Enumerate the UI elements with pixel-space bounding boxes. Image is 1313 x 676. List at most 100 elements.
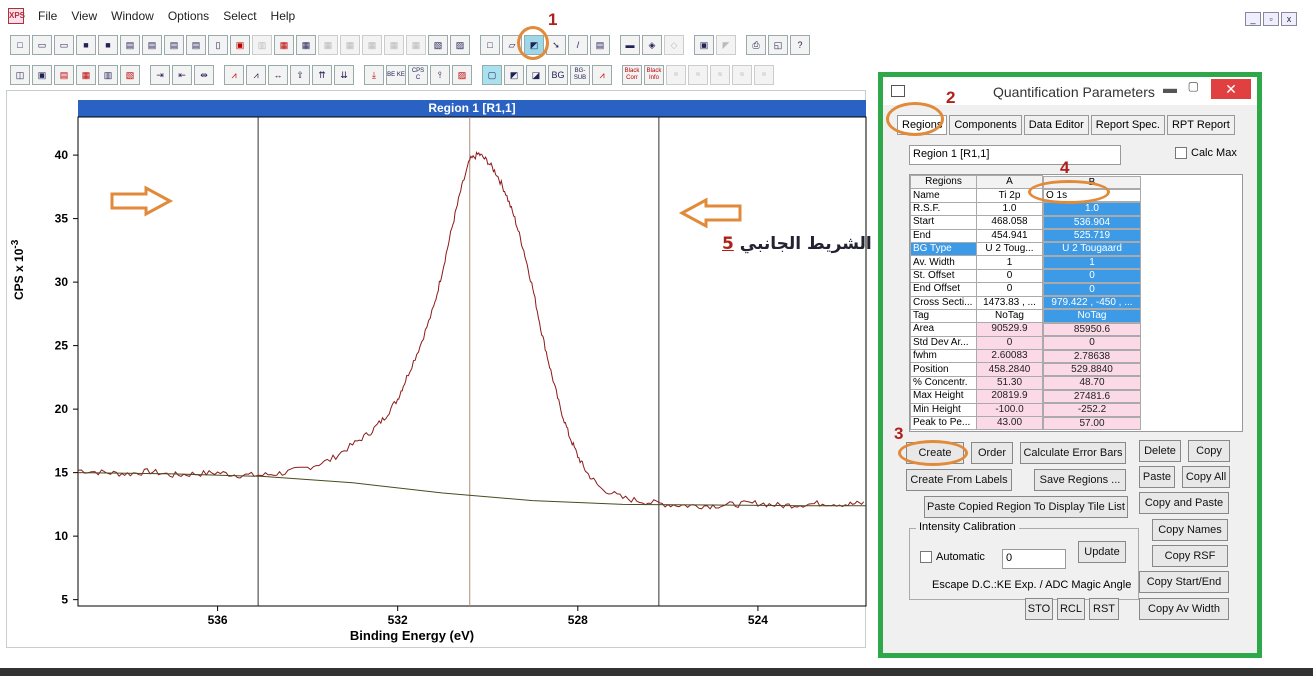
table-cell-label[interactable]: BG Type [910, 241, 977, 257]
table-cell-a[interactable]: 51.30 [976, 375, 1043, 391]
dialog-minimize-button[interactable]: ▬ [1163, 80, 1177, 96]
copy-av-width-button[interactable]: Copy Av Width [1139, 598, 1229, 620]
table-cell-b[interactable]: 0 [1043, 336, 1141, 350]
table-row[interactable]: Area 90529.9 85950.6 [910, 322, 1142, 337]
tab-components[interactable]: Components [949, 115, 1022, 135]
table-cell-a[interactable]: 2.60083 [976, 349, 1043, 364]
table-cell-b[interactable]: 48.70 [1043, 376, 1141, 390]
table-cell-label[interactable]: Min Height [910, 402, 977, 418]
regions-grid[interactable]: Regions A B Name Ti 2p O 1s R.S.F. 1.0 1.0 Sta… [909, 174, 1243, 432]
table-cell-a[interactable]: 43.00 [976, 416, 1043, 431]
rst-button[interactable]: RST [1089, 598, 1119, 620]
table-cell-b[interactable]: 27481.6 [1043, 389, 1141, 404]
copy-and-paste-button[interactable]: Copy and Paste [1139, 492, 1229, 514]
table-cell-label[interactable]: Peak to Pe... [910, 416, 977, 431]
table-cell-b[interactable]: 979.422 , -450 , ... [1043, 296, 1141, 310]
copy-rsf-button[interactable]: Copy RSF [1152, 545, 1228, 567]
table-cell-b[interactable]: -252.2 [1043, 403, 1141, 417]
table-row[interactable]: Std Dev Ar... 0 0 [910, 335, 1142, 351]
tab-data-editor[interactable]: Data Editor [1023, 115, 1089, 135]
table-cell-a[interactable]: 1 [976, 255, 1043, 270]
table-cell-label[interactable]: Position [910, 362, 977, 377]
table-cell-label[interactable]: Max Height [910, 389, 977, 404]
table-row[interactable]: Cross Secti... 1473.83 , ... 979.422 , -45… [910, 295, 1142, 310]
table-row[interactable]: Tag NoTag NoTag [910, 308, 1142, 324]
table-row[interactable]: Av. Width 1 1 [910, 255, 1142, 270]
paste-copied-region-button[interactable]: Paste Copied Region To Display Tile List [924, 496, 1128, 518]
table-cell-b[interactable]: 536.904 [1043, 215, 1141, 230]
table-cell-label[interactable]: Av. Width [910, 255, 977, 270]
dialog-close-button[interactable]: ✕ [1211, 79, 1251, 99]
delete-button[interactable]: Delete [1139, 440, 1181, 462]
tab-rpt-report[interactable]: RPT Report [1166, 115, 1235, 135]
table-row[interactable]: Position 458.2840 529.8840 [910, 362, 1142, 377]
table-cell-a[interactable]: 1473.83 , ... [976, 295, 1043, 310]
save-regions-button[interactable]: Save Regions ... [1034, 469, 1126, 491]
table-cell-label[interactable]: Area [910, 322, 977, 337]
checkbox-icon[interactable] [920, 551, 932, 563]
table-cell-b[interactable]: U 2 Tougaard [1043, 242, 1141, 256]
table-cell-a[interactable]: 0 [976, 268, 1043, 284]
table-row[interactable]: Max Height 20819.9 27481.6 [910, 389, 1142, 404]
order-button[interactable]: Order [971, 442, 1013, 464]
create-from-labels-button[interactable]: Create From Labels [906, 469, 1012, 491]
table-row[interactable]: Min Height -100.0 -252.2 [910, 402, 1142, 418]
table-row[interactable]: St. Offset 0 0 [910, 268, 1142, 284]
calc-max-checkbox[interactable]: Calc Max [1175, 147, 1237, 159]
table-cell-b[interactable]: NoTag [1043, 309, 1141, 323]
table-cell-label[interactable]: St. Offset [910, 268, 977, 284]
automatic-checkbox[interactable]: Automatic [920, 551, 985, 563]
table-cell-a[interactable]: 454.941 [976, 228, 1043, 243]
table-cell-b[interactable]: 1 [1043, 255, 1141, 270]
table-cell-label[interactable]: fwhm [910, 349, 977, 364]
region-name-field[interactable]: Region 1 [R1,1] [909, 145, 1121, 165]
table-cell-label[interactable]: Tag [910, 308, 977, 324]
rcl-button[interactable]: RCL [1057, 598, 1085, 620]
table-cell-label[interactable]: End [910, 228, 977, 243]
dialog-maximize-button[interactable]: ▢ [1188, 79, 1199, 93]
table-cell-b[interactable]: 57.00 [1043, 416, 1141, 430]
checkbox-icon[interactable] [1175, 147, 1187, 159]
table-row[interactable]: R.S.F. 1.0 1.0 [910, 201, 1142, 217]
update-button[interactable]: Update [1078, 541, 1126, 563]
table-cell-b[interactable]: 2.78638 [1043, 349, 1141, 363]
table-cell-a[interactable]: 0 [976, 335, 1043, 351]
table-cell-b[interactable]: 0 [1043, 269, 1141, 283]
table-cell-label[interactable]: Start [910, 215, 977, 230]
table-cell-label[interactable]: Name [910, 188, 977, 203]
copy-names-button[interactable]: Copy Names [1152, 519, 1228, 541]
table-cell-label[interactable]: End Offset [910, 282, 977, 297]
table-row[interactable]: Start 468.058 536.904 [910, 215, 1142, 230]
table-row[interactable]: % Concentr. 51.30 48.70 [910, 375, 1142, 391]
table-cell-label[interactable]: Std Dev Ar... [910, 335, 977, 351]
tab-report-spec[interactable]: Report Spec. [1090, 115, 1165, 135]
calculate-error-bars-button[interactable]: Calculate Error Bars [1020, 442, 1126, 464]
table-cell-label[interactable]: % Concentr. [910, 375, 977, 391]
table-cell-b[interactable]: 1.0 [1043, 202, 1141, 216]
table-row[interactable]: End 454.941 525.719 [910, 228, 1142, 243]
table-cell-label[interactable]: R.S.F. [910, 201, 977, 217]
table-cell-b[interactable]: 0 [1043, 282, 1141, 297]
table-cell-a[interactable]: 0 [976, 282, 1043, 297]
table-cell-b[interactable]: 525.719 [1043, 229, 1141, 243]
table-cell-b[interactable]: 85950.6 [1043, 322, 1141, 337]
copy-all-button[interactable]: Copy All [1182, 466, 1230, 488]
table-cell-a[interactable]: U 2 Toug... [976, 241, 1043, 257]
table-cell-a[interactable]: 458.2840 [976, 362, 1043, 377]
paste-button[interactable]: Paste [1139, 466, 1175, 488]
intensity-value-field[interactable]: 0 [1002, 549, 1066, 569]
table-cell-a[interactable]: 90529.9 [976, 322, 1043, 337]
table-cell-a[interactable]: 468.058 [976, 215, 1043, 230]
copy-start-end-button[interactable]: Copy Start/End [1139, 571, 1229, 593]
table-row[interactable]: End Offset 0 0 [910, 282, 1142, 297]
table-cell-a[interactable]: -100.0 [976, 402, 1043, 418]
sto-button[interactable]: STO [1025, 598, 1053, 620]
table-row[interactable]: Peak to Pe... 43.00 57.00 [910, 416, 1142, 431]
table-cell-a[interactable]: 1.0 [976, 201, 1043, 217]
table-row[interactable]: fwhm 2.60083 2.78638 [910, 349, 1142, 364]
table-cell-b[interactable]: 529.8840 [1043, 362, 1141, 377]
copy-button[interactable]: Copy [1188, 440, 1230, 462]
table-row[interactable]: BG Type U 2 Toug... U 2 Tougaard [910, 241, 1142, 257]
table-cell-a[interactable]: 20819.9 [976, 389, 1043, 404]
table-cell-a[interactable]: NoTag [976, 308, 1043, 324]
